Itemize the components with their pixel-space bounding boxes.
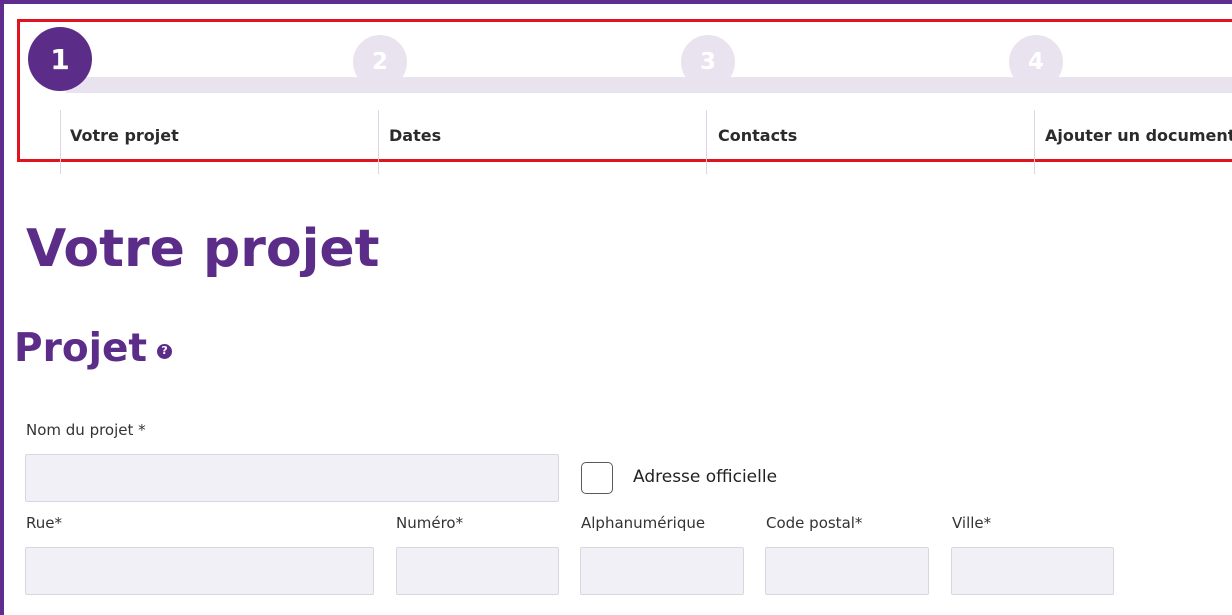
city-label: Ville* <box>952 514 992 532</box>
street-label: Rue* <box>26 514 62 532</box>
step-2-number: 2 <box>371 49 388 75</box>
official-address-checkbox[interactable] <box>581 462 613 494</box>
alphanumeric-label: Alphanumérique <box>581 514 706 532</box>
step-divider <box>706 110 707 174</box>
help-icon[interactable]: ? <box>157 343 173 359</box>
number-label: Numéro* <box>396 514 464 532</box>
step-1-label[interactable]: Votre projet <box>70 126 179 145</box>
step-1-number: 1 <box>50 42 70 76</box>
step-2-indicator[interactable]: 2 <box>353 35 407 89</box>
section-title-text: Projet <box>14 326 148 371</box>
postal-code-label: Code postal* <box>766 514 863 532</box>
alphanumeric-input[interactable] <box>580 547 744 595</box>
step-2-label[interactable]: Dates <box>389 126 441 145</box>
progress-stepper: 1 2 3 4 Votre projet Dates Contacts Ajou… <box>17 19 1232 174</box>
step-divider <box>60 110 61 174</box>
step-4-label[interactable]: Ajouter un document <box>1045 126 1232 145</box>
step-divider <box>1034 110 1035 174</box>
step-4-indicator[interactable]: 4 <box>1009 35 1063 89</box>
section-title: Projet ? <box>14 326 173 371</box>
page-title: Votre projet <box>26 219 380 279</box>
project-name-label: Nom du projet * <box>26 421 146 439</box>
number-input[interactable] <box>396 547 559 595</box>
project-name-input[interactable] <box>25 454 559 502</box>
city-input[interactable] <box>951 547 1114 595</box>
step-1-indicator[interactable]: 1 <box>28 27 92 91</box>
step-divider <box>378 110 379 174</box>
step-3-number: 3 <box>699 49 716 75</box>
step-3-label[interactable]: Contacts <box>718 126 797 145</box>
step-3-indicator[interactable]: 3 <box>681 35 735 89</box>
postal-code-input[interactable] <box>765 547 929 595</box>
step-4-number: 4 <box>1027 49 1044 75</box>
stepper-track <box>66 77 1232 93</box>
street-input[interactable] <box>25 547 374 595</box>
official-address-label[interactable]: Adresse officielle <box>633 467 777 487</box>
